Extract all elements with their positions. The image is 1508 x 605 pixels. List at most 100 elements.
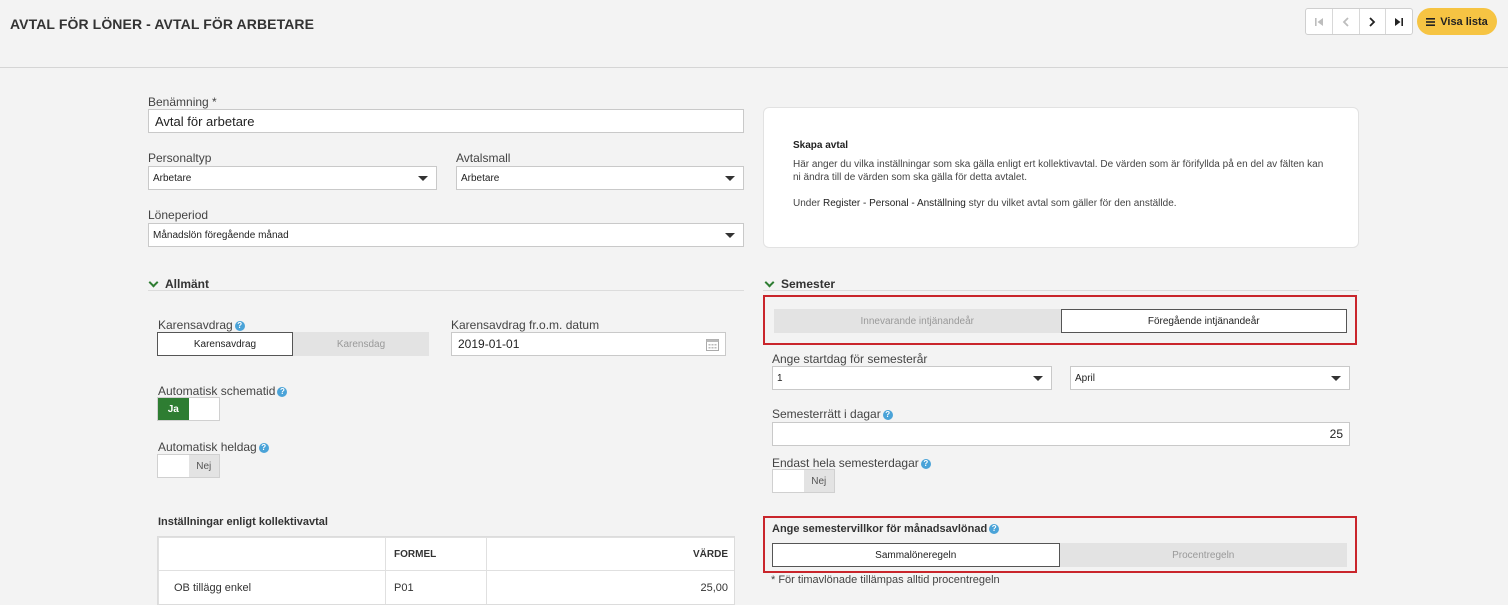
loneperiod-value: Månadslön föregående månad — [153, 229, 289, 241]
intjanandear-toggle: Innevarande intjänandeår Föregående intj… — [774, 309, 1347, 333]
help-icon[interactable]: ? — [882, 409, 893, 420]
calendar-icon[interactable] — [706, 338, 719, 351]
kollektiv-title: Inställningar enligt kollektivavtal — [158, 516, 328, 528]
semester-title: Semester — [781, 277, 836, 291]
list-icon — [1426, 17, 1436, 26]
page-title: AVTAL FÖR LÖNER - AVTAL FÖR ARBETARE — [10, 16, 315, 32]
avtalsmall-label: Avtalsmall — [456, 151, 511, 165]
hela-semesterdagar-toggle[interactable]: Nej — [772, 469, 835, 493]
startdag-day-value: 1 — [777, 372, 783, 384]
auto-schematid-on: Ja — [158, 398, 189, 420]
avtalsmall-select[interactable]: Arbetare — [456, 166, 744, 190]
first-record-button[interactable] — [1306, 9, 1333, 34]
chevron-down-icon — [148, 277, 159, 287]
table-cell-varde: 25,00 — [486, 570, 734, 604]
auto-schematid-toggle[interactable]: Ja — [157, 397, 220, 421]
villkor-label: Ange semestervillkor för månadsavlönad? — [772, 523, 1000, 535]
personaltyp-select[interactable]: Arbetare — [148, 166, 437, 190]
hela-semesterdagar-off: Nej — [803, 470, 834, 492]
table-header-formel: FORMEL — [385, 537, 487, 571]
allmant-title: Allmänt — [165, 277, 210, 291]
hela-semesterdagar-label-text: Endast hela semesterdagar — [772, 456, 919, 470]
chevron-right-icon — [1369, 16, 1376, 27]
startdag-month-value: April — [1075, 372, 1096, 384]
table-row[interactable]: OB tillägg enkel P01 25,00 — [158, 570, 734, 604]
karens-datum-input[interactable]: 2019-01-01 — [451, 332, 726, 356]
benamning-input[interactable]: Avtal för arbetare — [148, 109, 744, 133]
karens-datum-label: Karensavdrag fr.o.m. datum — [451, 318, 600, 332]
table-header-row: FORMEL VÄRDE — [158, 537, 734, 571]
sammaloneregeln-option[interactable]: Sammalöneregeln — [772, 543, 1060, 567]
toggle-knob — [158, 455, 189, 477]
info-text: Här anger du vilka inställningar som ska… — [793, 159, 1324, 183]
karensavdrag-label: Karensavdrag? — [158, 318, 245, 332]
record-navigation — [1305, 8, 1413, 35]
info-text-register: Under Register - Personal - Anställning … — [793, 198, 1177, 209]
last-record-button[interactable] — [1386, 9, 1412, 34]
info-text-pre: Under — [793, 198, 824, 209]
procentregeln-option[interactable]: Procentregeln — [1059, 543, 1347, 567]
next-record-button[interactable] — [1360, 9, 1387, 34]
innevarande-option[interactable]: Innevarande intjänandeår — [774, 309, 1061, 333]
semester-section-header[interactable]: Semester — [764, 277, 836, 291]
allmant-divider — [148, 290, 744, 291]
karensavdrag-toggle: Karensavdrag Karensdag — [157, 332, 429, 356]
karensavdrag-label-text: Karensavdrag — [158, 318, 233, 332]
info-text-post: styr du vilket avtal som gäller för den … — [965, 198, 1177, 209]
auto-heldag-off: Nej — [188, 455, 219, 477]
table-cell-name: OB tillägg enkel — [158, 570, 386, 604]
table-header-name — [158, 537, 386, 571]
auto-heldag-toggle[interactable]: Nej — [157, 454, 220, 478]
visa-lista-label: Visa lista — [1440, 15, 1488, 28]
karensdag-option[interactable]: Karensdag — [293, 332, 429, 356]
semesterratt-label-text: Semesterrätt i dagar — [772, 407, 881, 421]
semesterratt-label: Semesterrätt i dagar? — [772, 407, 893, 421]
allmant-section-header[interactable]: Allmänt — [148, 277, 210, 291]
table-cell-formel: P01 — [385, 570, 487, 604]
info-title: Skapa avtal — [793, 140, 849, 151]
help-icon[interactable]: ? — [258, 442, 269, 453]
startdag-month-select[interactable]: April — [1070, 366, 1350, 390]
chevron-left-icon — [1342, 16, 1349, 27]
loneperiod-select[interactable]: Månadslön föregående månad — [148, 223, 744, 247]
chevron-down-icon — [1331, 375, 1341, 381]
info-text-path: Register - Personal - Anställning — [823, 198, 966, 209]
personaltyp-value: Arbetare — [153, 172, 192, 184]
visa-lista-button[interactable]: Visa lista — [1417, 8, 1497, 35]
chevron-down-icon — [725, 232, 735, 238]
kollektiv-table: FORMEL VÄRDE OB tillägg enkel P01 25,00 — [157, 536, 735, 605]
chevron-down-icon — [1033, 375, 1043, 381]
help-icon[interactable]: ? — [234, 320, 245, 331]
info-card: Skapa avtal Här anger du vilka inställni… — [763, 107, 1359, 248]
villkor-label-text: Ange semestervillkor för månadsavlönad — [772, 523, 988, 535]
toggle-knob — [773, 470, 804, 492]
loneperiod-label: Löneperiod — [148, 208, 209, 222]
help-icon[interactable]: ? — [989, 524, 1000, 535]
previous-record-button[interactable] — [1333, 9, 1360, 34]
karens-datum-value: 2019-01-01 — [458, 337, 520, 351]
villkor-toggle: Sammalöneregeln Procentregeln — [772, 543, 1347, 567]
toggle-knob — [188, 398, 219, 420]
last-icon — [1395, 17, 1404, 26]
auto-heldag-label-text: Automatisk heldag — [158, 440, 257, 454]
startdag-label: Ange startdag för semesterår — [772, 352, 928, 366]
avtalsmall-value: Arbetare — [461, 172, 500, 184]
chevron-down-icon — [764, 277, 775, 287]
personaltyp-label: Personaltyp — [148, 151, 212, 165]
foregaende-option[interactable]: Föregående intjänandeår — [1060, 309, 1347, 333]
auto-schematid-label-text: Automatisk schematid — [158, 384, 276, 398]
help-icon[interactable]: ? — [277, 386, 288, 397]
karensavdrag-option[interactable]: Karensavdrag — [157, 332, 293, 356]
auto-schematid-label: Automatisk schematid? — [158, 384, 288, 398]
first-icon — [1314, 17, 1323, 26]
startdag-day-select[interactable]: 1 — [772, 366, 1052, 390]
hela-semesterdagar-label: Endast hela semesterdagar? — [772, 456, 931, 470]
chevron-down-icon — [418, 175, 428, 181]
auto-heldag-label: Automatisk heldag? — [158, 440, 269, 454]
semesterratt-input[interactable]: 25 — [772, 422, 1350, 446]
semester-divider — [763, 290, 1359, 291]
help-icon[interactable]: ? — [920, 458, 931, 469]
benamning-label: Benämning * — [148, 95, 217, 109]
chevron-down-icon — [725, 175, 735, 181]
table-header-varde: VÄRDE — [486, 537, 734, 571]
